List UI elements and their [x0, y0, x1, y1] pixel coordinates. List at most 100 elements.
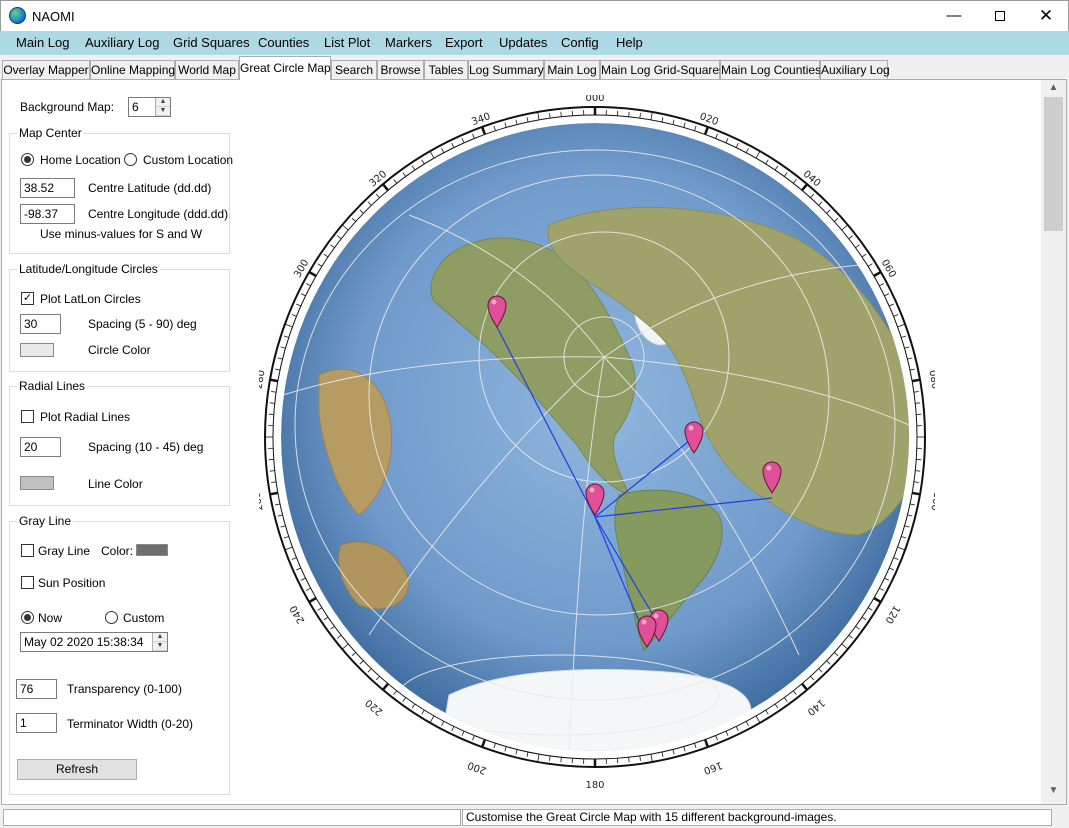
tab-auxiliary-log[interactable]: Auxiliary Log — [820, 60, 890, 80]
globe-app-icon — [9, 7, 26, 24]
menu-list-plot[interactable]: List Plot — [324, 35, 370, 50]
background-map-label: Background Map: — [20, 100, 115, 114]
map-center-title: Map Center — [17, 126, 84, 140]
gray-line-color-swatch[interactable] — [136, 544, 168, 556]
spin-buttons[interactable]: ▲ ▼ — [155, 98, 170, 116]
centre-longitude-label: Centre Longitude (ddd.dd) — [88, 207, 229, 221]
line-color-swatch[interactable] — [20, 476, 54, 490]
compass-tick — [269, 491, 279, 496]
scroll-thumb[interactable] — [1044, 97, 1063, 231]
tab-great-circle-map[interactable]: Great Circle Map — [239, 56, 331, 80]
vertical-scrollbar[interactable]: ▲ ▼ — [1041, 80, 1066, 804]
plot-radial-label: Plot Radial Lines — [40, 410, 131, 424]
chevron-up-icon: ▲ — [153, 633, 167, 642]
datetime-spin[interactable]: ▲ ▼ — [152, 633, 167, 651]
bearing-080: 080 — [926, 369, 935, 390]
bearing-140: 140 — [805, 697, 827, 718]
tab-main-log-counties[interactable]: Main Log Counties — [720, 60, 821, 80]
centre-longitude-input[interactable]: -98.37 — [20, 204, 75, 224]
menu-grid-squares[interactable]: Grid Squares — [173, 35, 250, 50]
menu-markers[interactable]: Markers — [385, 35, 432, 50]
plot-radial-checkbox[interactable] — [21, 410, 34, 423]
checkmark-icon: ✓ — [22, 292, 33, 304]
tab-overlay-mapper[interactable]: Overlay Mapper — [2, 60, 90, 80]
bearing-260: 260 — [259, 491, 266, 512]
close-button[interactable]: ✕ — [1023, 1, 1069, 32]
tab-online-mapping[interactable]: Online Mapping — [90, 60, 175, 80]
map-center-group: Map Center Home Location Custom Location… — [9, 126, 234, 254]
custom-time-radio[interactable] — [105, 611, 118, 624]
scroll-down-icon[interactable]: ▼ — [1041, 785, 1066, 796]
terminator-width-input[interactable]: 1 — [16, 713, 57, 733]
menu-updates[interactable]: Updates — [499, 35, 547, 50]
bearing-120: 120 — [883, 603, 902, 625]
tab-strip: Overlay Mapper Online Mapping World Map … — [0, 56, 1069, 80]
menu-counties[interactable]: Counties — [258, 35, 309, 50]
compass-tick — [269, 378, 279, 383]
circle-color-label: Circle Color — [88, 343, 151, 357]
background-map-stepper[interactable]: 6 ▲ ▼ — [128, 97, 171, 117]
status-message: Customise the Great Circle Map with 15 d… — [462, 809, 1052, 826]
centre-latitude-input[interactable]: 38.52 — [20, 178, 75, 198]
menu-main-log[interactable]: Main Log — [16, 35, 69, 50]
menu-help[interactable]: Help — [616, 35, 643, 50]
maximize-button[interactable] — [977, 1, 1023, 32]
radial-spacing-input[interactable]: 20 — [20, 437, 61, 457]
great-circle-map[interactable]: 000 020 040 060 080 100 120 140 160 180 … — [251, 93, 942, 795]
menu-export[interactable]: Export — [445, 35, 483, 50]
tab-search[interactable]: Search — [331, 60, 377, 80]
bearing-100: 100 — [928, 491, 935, 512]
custom-location-label: Custom Location — [143, 153, 234, 167]
compass-tick — [911, 491, 921, 496]
sun-position-checkbox[interactable] — [21, 576, 34, 589]
compass-tick — [628, 757, 630, 763]
compass-tick — [911, 378, 921, 383]
status-panel-left — [3, 809, 461, 826]
scroll-up-icon[interactable]: ▲ — [1041, 82, 1066, 93]
bearing-160: 160 — [702, 759, 724, 776]
minimize-button[interactable]: — — [931, 1, 977, 32]
latlon-spacing-input[interactable]: 30 — [20, 314, 61, 334]
now-radio[interactable] — [21, 611, 34, 624]
custom-location-radio[interactable] — [124, 153, 137, 166]
line-color-label: Line Color — [88, 477, 143, 491]
plot-latlon-checkbox[interactable]: ✓ — [21, 292, 34, 305]
menu-bar: Main Log Auxiliary Log Grid Squares Coun… — [0, 31, 1069, 55]
chevron-down-icon: ▼ — [153, 642, 167, 651]
tab-tables[interactable]: Tables — [424, 60, 468, 80]
gray-line-label: Gray Line — [38, 544, 91, 558]
transparency-input[interactable]: 76 — [16, 679, 57, 699]
bearing-220: 220 — [364, 697, 386, 718]
datetime-picker[interactable]: May 02 2020 15:38:34 ▲ ▼ — [20, 632, 168, 652]
latlon-title: Latitude/Longitude Circles — [17, 262, 160, 276]
chevron-up-icon: ▲ — [156, 98, 170, 107]
tab-main-log[interactable]: Main Log — [544, 60, 600, 80]
gray-line-group: Gray Line Gray Line Color: Sun Position … — [9, 514, 230, 795]
plot-latlon-label: Plot LatLon Circles — [40, 292, 141, 306]
menu-auxiliary-log[interactable]: Auxiliary Log — [85, 35, 159, 50]
great-circle-map-panel: Background Map: 6 ▲ ▼ Map Center Home Loc… — [1, 79, 1067, 805]
maximize-icon — [995, 11, 1005, 21]
tab-world-map[interactable]: World Map — [175, 60, 239, 80]
bearing-200: 200 — [466, 759, 488, 776]
now-label: Now — [38, 611, 63, 625]
menu-config[interactable]: Config — [561, 35, 599, 50]
background-map-value: 6 — [132, 100, 139, 114]
latlon-spacing-label: Spacing (5 - 90) deg — [88, 317, 197, 331]
latlon-circles-group: Latitude/Longitude Circles ✓ Plot LatLon… — [9, 262, 230, 372]
refresh-button[interactable]: Refresh — [17, 759, 137, 780]
tab-log-summary[interactable]: Log Summary — [468, 60, 544, 80]
map-canvas[interactable]: 000 020 040 060 080 100 120 140 160 180 … — [251, 93, 942, 795]
tab-browse[interactable]: Browse — [377, 60, 424, 80]
gray-line-checkbox[interactable] — [21, 544, 34, 557]
compass-tick — [560, 757, 562, 763]
compass-tick — [915, 470, 921, 472]
compass-tick — [628, 111, 630, 117]
datetime-value: May 02 2020 15:38:34 — [24, 635, 144, 649]
circle-color-swatch[interactable] — [20, 343, 54, 357]
home-location-radio[interactable] — [21, 153, 34, 166]
transparency-label: Transparency (0-100) — [67, 682, 182, 696]
custom-time-label: Custom — [123, 611, 165, 625]
tab-main-log-grid-squares[interactable]: Main Log Grid-Squares — [600, 60, 725, 80]
chevron-down-icon: ▼ — [156, 107, 170, 116]
